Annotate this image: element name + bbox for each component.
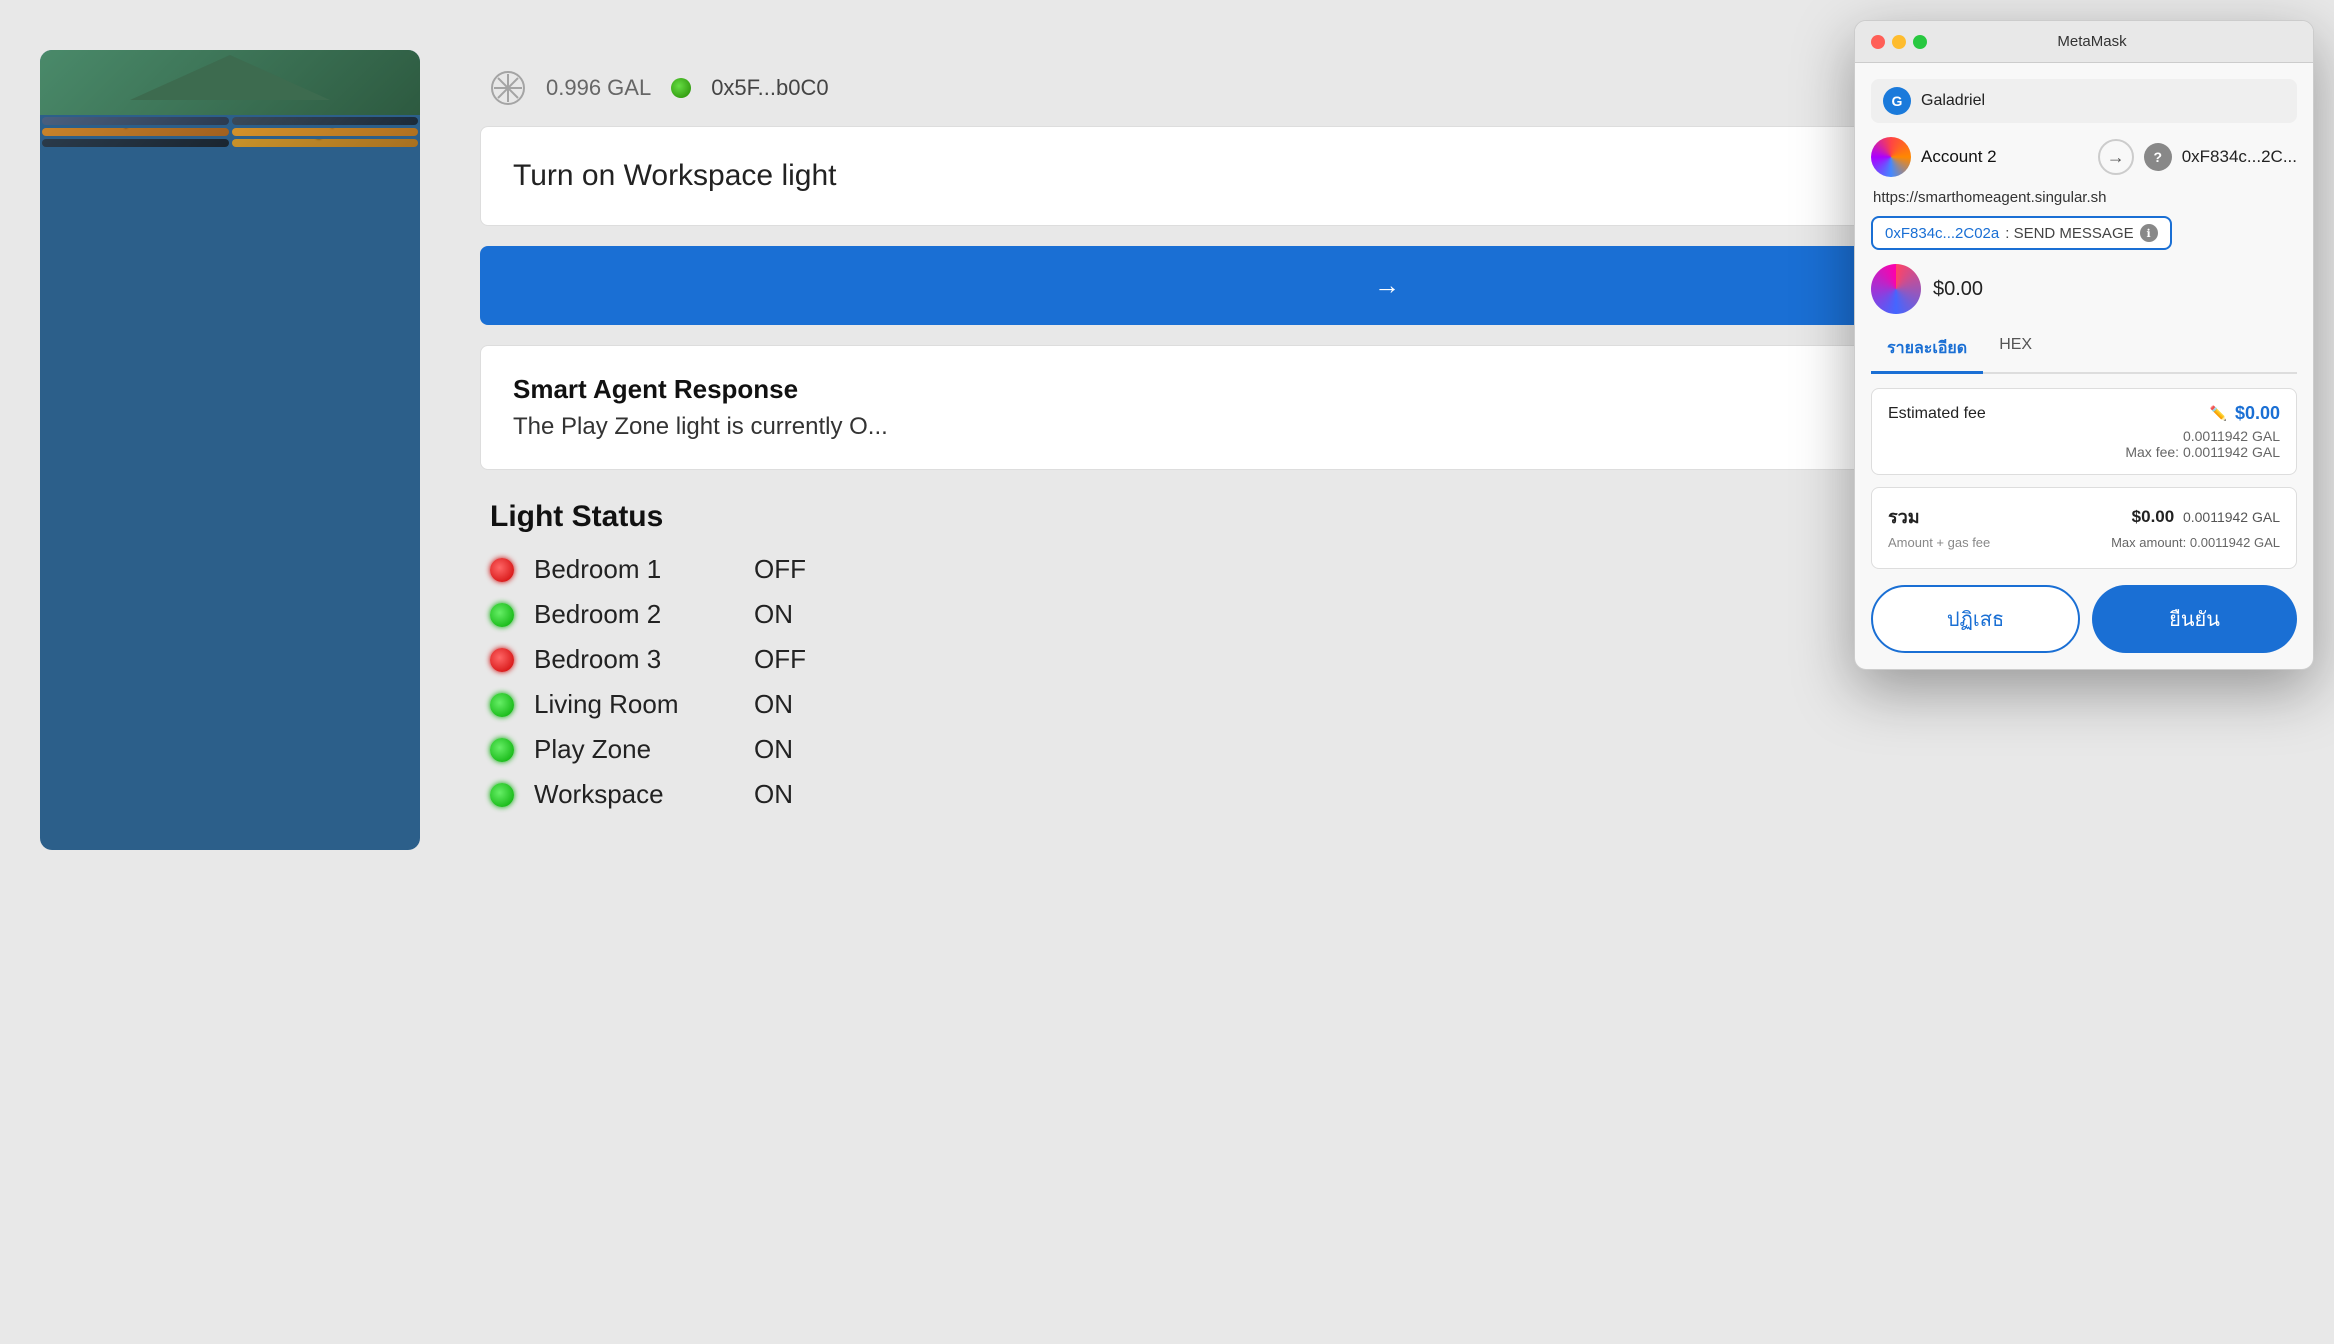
account-dot	[671, 78, 691, 98]
mm-traffic-lights	[1871, 35, 1927, 49]
status-dot-playzone	[490, 738, 514, 762]
mm-amount-gas-row: Amount + gas fee Max amount: 0.0011942 G…	[1888, 535, 2280, 550]
mm-amount-gas-label: Amount + gas fee	[1888, 535, 1990, 550]
mm-fee-edit-icon[interactable]: ✏️	[2210, 405, 2227, 422]
mm-total-row: รวม $0.00 0.0011942 GAL	[1888, 502, 2280, 531]
account-address: 0x5F...b0C0	[711, 75, 828, 101]
main-container: Bedroom 2 Bedroom 3 Play Zone	[0, 0, 2334, 1344]
mm-token-row: $0.00	[1871, 264, 2297, 314]
mm-fee-max-val: 0.0011942 GAL	[2183, 444, 2280, 460]
metamask-popup: MetaMask G Galadriel Account 2 → ? 0xF83…	[1854, 20, 2314, 670]
status-bedroom3: OFF	[754, 644, 806, 675]
mm-buttons: ปฏิเสธ ยืนยัน	[1871, 585, 2297, 653]
mm-maximize-button[interactable]	[1913, 35, 1927, 49]
mm-info-icon[interactable]: ℹ	[2140, 224, 2158, 242]
mm-fee-card: Estimated fee ✏️ $0.00 0.0011942 GAL Max…	[1871, 388, 2297, 475]
room-livingroom: Living Room	[232, 139, 419, 147]
mm-fee-label: Estimated fee	[1888, 405, 1986, 423]
mm-token-amount: $0.00	[1933, 278, 1983, 301]
room-workspace: Workspace	[232, 128, 419, 136]
mm-tab-details[interactable]: รายละเอียด	[1871, 326, 1983, 374]
mm-window-title: MetaMask	[1937, 33, 2247, 50]
mm-token-icon	[1871, 264, 1921, 314]
mm-confirm-button[interactable]: ยืนยัน	[2092, 585, 2297, 653]
room-bedroom2: Bedroom 2	[42, 117, 229, 125]
status-dot-bedroom1	[490, 558, 514, 582]
status-dot-bedroom3	[490, 648, 514, 672]
room-name-workspace: Workspace	[534, 779, 734, 810]
rooms-grid: Bedroom 2 Bedroom 3 Play Zone	[40, 115, 420, 149]
mm-account-row: Account 2 → ? 0xF834c...2C...	[1871, 137, 2297, 177]
mm-question-icon: ?	[2144, 143, 2172, 171]
mm-account-address: 0xF834c...2C...	[2182, 147, 2297, 167]
mm-fee-max-label: Max fee:	[2125, 444, 2179, 460]
house-floorplan: Bedroom 2 Bedroom 3 Play Zone	[40, 50, 420, 850]
light-row-livingroom: Living Room ON	[490, 689, 2284, 720]
mm-site-url: https://smarthomeagent.singular.sh	[1871, 189, 2297, 206]
mm-contract-pill[interactable]: 0xF834c...2C02a : SEND MESSAGE ℹ	[1871, 216, 2172, 250]
mm-fee-max: Max fee: 0.0011942 GAL	[1888, 444, 2280, 460]
mm-avatar	[1871, 137, 1911, 177]
room-name-livingroom: Living Room	[534, 689, 734, 720]
mm-total-card: รวม $0.00 0.0011942 GAL Amount + gas fee…	[1871, 487, 2297, 569]
status-playzone: ON	[754, 734, 793, 765]
mm-reject-button[interactable]: ปฏิเสธ	[1871, 585, 2080, 653]
status-workspace: ON	[754, 779, 793, 810]
room-name-playzone: Play Zone	[534, 734, 734, 765]
status-dot-livingroom	[490, 693, 514, 717]
room-bedroom3: Bedroom 3	[232, 117, 419, 125]
mm-minimize-button[interactable]	[1892, 35, 1906, 49]
mm-fee-amount: $0.00	[2235, 403, 2280, 424]
room-bedroom1: Bedroom 1	[42, 139, 229, 147]
room-name-bedroom2: Bedroom 2	[534, 599, 734, 630]
light-row-playzone: Play Zone ON	[490, 734, 2284, 765]
mm-transfer-arrow[interactable]: →	[2098, 139, 2134, 175]
mm-fee-gal: 0.0011942 GAL	[1888, 428, 2280, 444]
mm-fee-row: Estimated fee ✏️ $0.00	[1888, 403, 2280, 424]
mm-total-label: รวม	[1888, 502, 1920, 531]
status-dot-workspace	[490, 783, 514, 807]
status-livingroom: ON	[754, 689, 793, 720]
mm-search-g-icon: G	[1883, 87, 1911, 115]
mm-tab-hex[interactable]: HEX	[1983, 326, 2048, 374]
mm-tabs: รายละเอียด HEX	[1871, 326, 2297, 374]
mm-account-name: Account 2	[1921, 147, 2088, 167]
mm-titlebar: MetaMask	[1855, 21, 2313, 63]
mm-contract-address: 0xF834c...2C02a	[1885, 225, 1999, 242]
gal-balance: 0.996 GAL	[546, 75, 651, 101]
status-bedroom1: OFF	[754, 554, 806, 585]
room-playzone: Play Zone	[42, 128, 229, 136]
mm-close-button[interactable]	[1871, 35, 1885, 49]
mm-total-amount: $0.00 0.0011942 GAL	[2132, 507, 2280, 527]
mm-body: G Galadriel Account 2 → ? 0xF834c...2C..…	[1855, 63, 2313, 669]
status-bedroom2: ON	[754, 599, 793, 630]
room-name-bedroom1: Bedroom 1	[534, 554, 734, 585]
mm-max-amount: Max amount: 0.0011942 GAL	[2111, 535, 2280, 550]
send-arrow: →	[1374, 270, 1400, 301]
status-dot-bedroom2	[490, 603, 514, 627]
mm-contract-action: : SEND MESSAGE	[2005, 225, 2133, 242]
room-name-bedroom3: Bedroom 3	[534, 644, 734, 675]
mm-search-account: Galadriel	[1921, 92, 1985, 110]
gal-icon	[490, 70, 526, 106]
light-row-workspace: Workspace ON	[490, 779, 2284, 810]
message-text: Turn on Workspace light	[513, 159, 836, 193]
mm-search-bar[interactable]: G Galadriel	[1871, 79, 2297, 123]
